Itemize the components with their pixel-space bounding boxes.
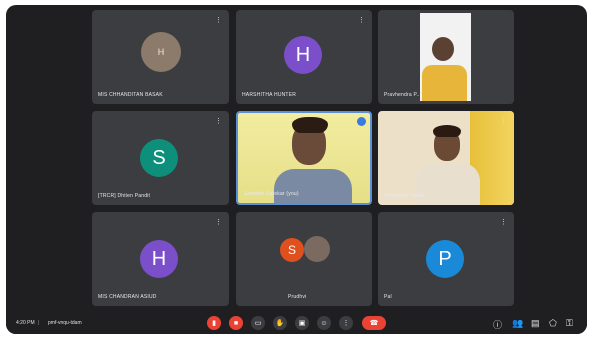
avatar: H <box>284 36 322 74</box>
mic-muted-icon: ⋮ <box>215 17 222 24</box>
mic-muted-icon: ⋮ <box>358 17 365 24</box>
chat-icon[interactable]: ▤ <box>531 318 540 329</box>
participant-photo-avatar: H <box>141 32 181 72</box>
participant-tile[interactable]: S Prudhvi <box>236 212 372 306</box>
separator: | <box>38 320 40 326</box>
participant-name: MIS CHHANDITAN BASAK <box>98 92 163 98</box>
lock-icon[interactable]: ⚿ <box>566 318 573 329</box>
raise-hand-icon[interactable]: ✋ <box>273 316 287 330</box>
participant-name: Prudhvi <box>288 294 307 300</box>
avatar: P <box>426 240 464 278</box>
mic-muted-icon: ⋮ <box>215 219 222 226</box>
participant-name: Pravhendra P... <box>384 92 422 98</box>
participant-tile[interactable]: ⋮ Udyanjeet Yadav <box>378 111 514 205</box>
speaking-indicator <box>357 117 366 126</box>
participant-video <box>420 13 471 101</box>
participant-tile[interactable]: Pravhendra P... <box>378 10 514 104</box>
meeting-code: pmf-vnqu-tdam <box>48 320 82 326</box>
participant-tile[interactable]: S ⋮ [TRCR] Dhiten Pandit <box>92 111 229 205</box>
clock-time: 4:20 PM <box>16 320 35 326</box>
participant-photo-avatar <box>304 236 330 262</box>
photo-letters: H <box>157 47 165 57</box>
participant-name: Udyanjeet Yadav <box>384 193 425 199</box>
participant-tile[interactable]: P ⋮ Pal <box>378 212 514 306</box>
mic-muted-icon: ⋮ <box>500 219 507 226</box>
bottom-control-bar: 4:20 PM | pmf-vnqu-tdam ▮ ■ ▭ ✋ ▣ ☺ ⋮ ☎ … <box>6 312 587 334</box>
participant-name: HARSHITHA HUNTER <box>242 92 297 98</box>
more-icon[interactable]: ⋮ <box>339 316 353 330</box>
participant-video <box>238 113 370 203</box>
mic-muted-icon: ⋮ <box>500 118 507 125</box>
participant-name: [TRCR] Dhiten Pandit <box>98 193 151 199</box>
captions-icon[interactable]: ▭ <box>251 316 265 330</box>
meeting-window: H ⋮ MIS CHHANDITAN BASAK H ⋮ HARSHITHA H… <box>6 5 587 334</box>
emoji-icon[interactable]: ☺ <box>317 316 331 330</box>
participant-name: Samarth Karekar (you) <box>244 191 299 197</box>
mic-icon[interactable]: ▮ <box>207 316 221 330</box>
participant-tile[interactable]: H ⋮ HARSHITHA HUNTER <box>236 10 372 104</box>
present-icon[interactable]: ▣ <box>295 316 309 330</box>
end-call-icon[interactable]: ☎ <box>362 316 386 330</box>
participant-tile[interactable]: H ⋮ MIS CHHANDITAN BASAK <box>92 10 229 104</box>
participant-video <box>378 111 514 205</box>
participant-tile[interactable]: H ⋮ MIS CHANDRAN ASIUD <box>92 212 229 306</box>
mic-muted-icon: ⋮ <box>215 118 222 125</box>
activities-icon[interactable]: ⬠ <box>549 318 557 329</box>
info-icon[interactable]: ⓘ <box>493 318 502 331</box>
camera-icon[interactable]: ■ <box>229 316 243 330</box>
avatar: S <box>280 238 304 262</box>
participant-name: MIS CHANDRAN ASIUD <box>98 294 157 300</box>
avatar: S <box>140 139 178 177</box>
people-icon[interactable]: 👥 <box>512 318 523 329</box>
participant-tile-self[interactable]: Samarth Karekar (you) <box>236 111 372 205</box>
avatar: H <box>140 240 178 278</box>
participant-name: Pal <box>384 294 392 300</box>
